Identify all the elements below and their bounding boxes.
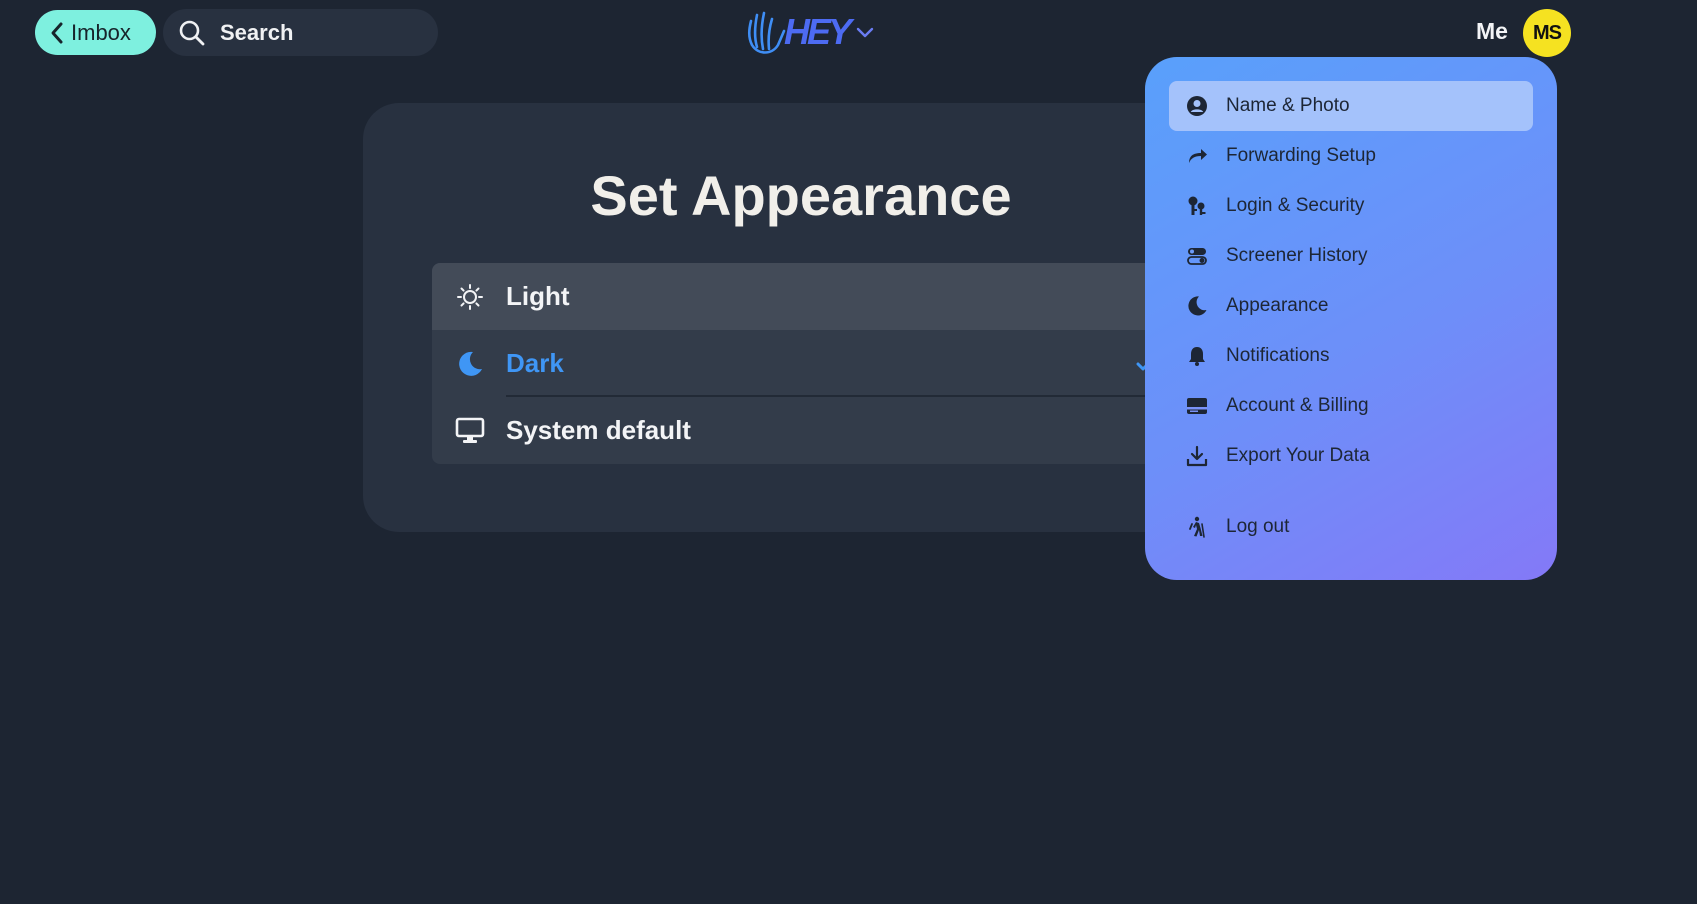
hey-logo-menu[interactable]: HEY [746, 8, 875, 56]
option-label: System default [506, 415, 691, 445]
waving-hand-icon [747, 11, 786, 54]
menu-item-label: Appearance [1226, 295, 1329, 316]
menu-item-label: Log out [1226, 516, 1290, 537]
menu-item-notifications[interactable]: Notifications [1169, 331, 1533, 381]
page-title: Set Appearance [590, 164, 1012, 227]
menu-item-label: Forwarding Setup [1226, 145, 1376, 166]
menu-item-label: Screener History [1226, 245, 1368, 266]
appearance-options: Light Dark System default [432, 263, 1203, 464]
appearance-option-light[interactable]: Light [432, 263, 1203, 330]
appearance-card: Set Appearance Light Dark System default [363, 103, 1203, 532]
hey-logo-text: HEY [784, 11, 852, 52]
appearance-option-dark[interactable]: Dark [432, 330, 1203, 397]
chevron-down-icon [856, 27, 874, 38]
menu-item-label: Account & Billing [1226, 395, 1369, 416]
toggles-icon [1186, 245, 1208, 267]
keys-icon [1186, 195, 1208, 217]
menu-item-label: Name & Photo [1226, 95, 1350, 116]
menu-item-export-data[interactable]: Export Your Data [1169, 431, 1533, 481]
menu-item-forwarding[interactable]: Forwarding Setup [1169, 131, 1533, 181]
download-icon [1186, 445, 1208, 467]
sun-icon [455, 282, 485, 312]
menu-item-account-billing[interactable]: Account & Billing [1169, 381, 1533, 431]
moon-icon [455, 349, 485, 379]
menu-item-label: Notifications [1226, 345, 1330, 366]
user-circle-icon [1186, 95, 1208, 117]
moon-icon [1186, 295, 1208, 317]
menu-item-label: Login & Security [1226, 195, 1365, 216]
appearance-option-system[interactable]: System default [432, 397, 1203, 464]
chevron-left-icon [49, 21, 67, 45]
search-button[interactable]: Search [163, 9, 438, 56]
bell-icon [1186, 345, 1208, 367]
menu-separator [1145, 481, 1557, 502]
hiker-icon [1186, 516, 1208, 538]
menu-item-screener-history[interactable]: Screener History [1169, 231, 1533, 281]
option-label: Dark [506, 348, 564, 378]
search-label: Search [220, 19, 294, 45]
me-label[interactable]: Me [1476, 18, 1508, 45]
menu-item-log-out[interactable]: Log out [1169, 502, 1533, 552]
monitor-icon [455, 416, 485, 446]
back-to-imbox-button[interactable]: Imbox [35, 10, 156, 55]
forward-arrow-icon [1186, 145, 1208, 167]
option-label: Light [506, 281, 570, 311]
avatar[interactable]: MS [1523, 9, 1571, 57]
account-menu: Name & Photo Forwarding Setup Login & Se… [1145, 57, 1557, 580]
search-icon [178, 19, 206, 47]
menu-item-label: Export Your Data [1226, 445, 1370, 466]
back-button-label: Imbox [71, 19, 131, 45]
menu-item-name-photo[interactable]: Name & Photo [1169, 81, 1533, 131]
menu-item-appearance[interactable]: Appearance [1169, 281, 1533, 331]
credit-card-icon [1186, 395, 1208, 417]
menu-item-login-security[interactable]: Login & Security [1169, 181, 1533, 231]
